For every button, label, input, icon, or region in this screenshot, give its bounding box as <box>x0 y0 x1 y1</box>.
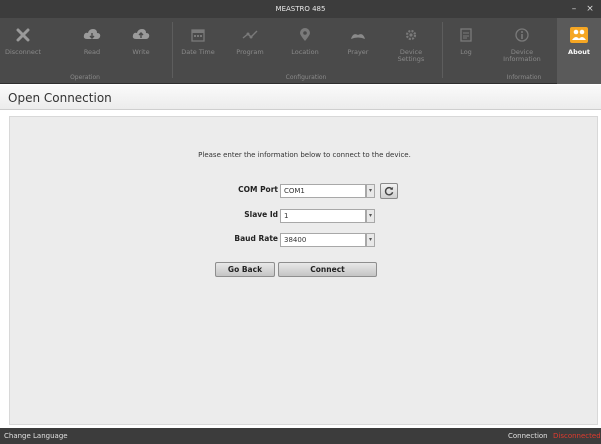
cloud-upload-icon <box>132 26 150 44</box>
device-settings-button[interactable]: Device Settings <box>388 18 434 72</box>
connect-button[interactable]: Connect <box>278 262 377 277</box>
content-panel: Please enter the information below to co… <box>9 116 598 425</box>
document-icon <box>457 26 475 44</box>
window-title: MEASTRO 485 <box>275 5 326 13</box>
page-title: Open Connection <box>8 91 112 105</box>
location-button[interactable]: Location <box>284 18 326 72</box>
baud-rate-row: Baud Rate <box>10 232 278 248</box>
cloud-download-icon <box>83 26 101 44</box>
people-icon <box>570 26 588 44</box>
info-icon <box>513 26 531 44</box>
program-button[interactable]: Program <box>230 18 270 72</box>
go-back-button[interactable]: Go Back <box>215 262 275 277</box>
refresh-icon <box>384 186 394 196</box>
ribbon-separator <box>172 22 173 78</box>
change-language-link[interactable]: Change Language <box>4 428 68 444</box>
status-bar: Change Language Connection Disconnected <box>0 428 601 444</box>
location-pin-icon <box>296 26 314 44</box>
group-configuration-label: Configuration <box>285 74 327 81</box>
slave-id-row: Slave Id <box>10 208 278 224</box>
page-header: Open Connection <box>0 85 601 110</box>
chevron-down-icon[interactable]: ▾ <box>366 209 375 223</box>
connection-label: Connection <box>508 432 548 440</box>
prayer-icon <box>349 26 367 44</box>
slave-id-select[interactable]: 1 <box>280 209 366 223</box>
close-window-button[interactable]: × <box>583 0 597 18</box>
ribbon-toolbar: Disconnect Read Write Operation Date Tim… <box>0 18 601 84</box>
device-information-button[interactable]: Device Information <box>494 18 550 72</box>
baud-rate-label: Baud Rate <box>234 234 278 243</box>
minimize-button[interactable]: – <box>567 0 581 18</box>
chevron-down-icon[interactable]: ▾ <box>366 184 375 198</box>
ribbon-separator <box>442 22 443 78</box>
slave-id-label: Slave Id <box>244 210 278 219</box>
com-port-row: COM Port <box>10 183 278 199</box>
com-port-label: COM Port <box>238 185 278 194</box>
prayer-button[interactable]: Prayer <box>338 18 378 72</box>
baud-rate-select[interactable]: 38400 <box>280 233 366 247</box>
app-window: MEASTRO 485 – × Disconnect Read Write Op… <box>0 0 601 444</box>
read-button[interactable]: Read <box>72 18 112 72</box>
chevron-down-icon[interactable]: ▾ <box>366 233 375 247</box>
title-bar: MEASTRO 485 – × <box>0 0 601 18</box>
connection-status: Disconnected <box>553 432 601 440</box>
disconnect-button[interactable]: Disconnect <box>0 18 46 72</box>
program-icon <box>241 26 259 44</box>
com-port-select[interactable]: COM1 <box>280 184 366 198</box>
intro-text: Please enter the information below to co… <box>198 151 411 159</box>
write-button[interactable]: Write <box>121 18 161 72</box>
close-icon <box>14 26 32 44</box>
group-information-label: Information <box>506 74 542 81</box>
group-operation-label: Operation <box>70 74 100 81</box>
calendar-icon <box>189 26 207 44</box>
refresh-ports-button[interactable] <box>380 183 398 199</box>
log-button[interactable]: Log <box>446 18 486 72</box>
gear-icon <box>402 26 420 44</box>
date-time-button[interactable]: Date Time <box>176 18 220 72</box>
about-button[interactable]: About <box>557 18 601 72</box>
